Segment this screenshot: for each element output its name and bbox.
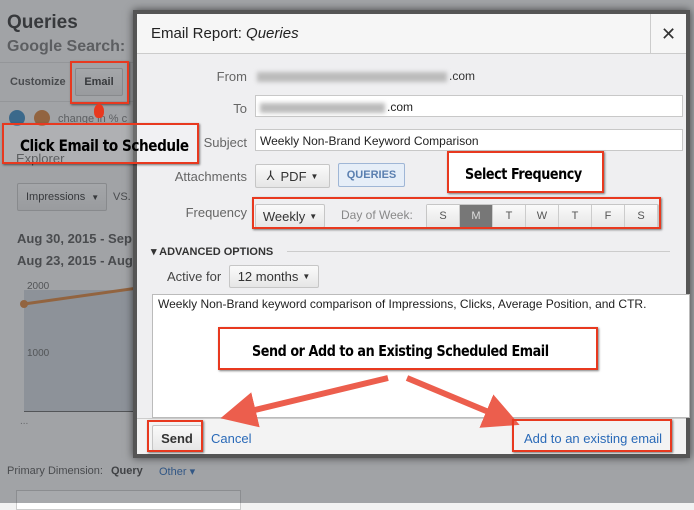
pdf-icon: ⅄ [266,168,275,183]
to-input[interactable]: .com [255,95,683,117]
annotation-send-box [147,420,203,452]
from-suffix: .com [449,69,476,83]
title-report-name: Queries [246,25,299,42]
annotation-send-or-add-box: Send or Add to an Existing Scheduled Ema… [218,327,598,370]
from-value: .com [257,69,475,83]
to-suffix: .com [387,100,414,114]
chevron-down-icon: ▼ [302,272,311,281]
queries-attachment-tag[interactable]: QUERIES [338,163,405,187]
dialog-title: Email Report: Queries [137,14,686,54]
pdf-attachment-select[interactable]: ⅄ PDF ▼ [255,164,330,188]
active-for-select[interactable]: 12 months ▼ [229,265,319,288]
annotation-send-or-add-text: Send or Add to an Existing Scheduled Ema… [252,342,549,360]
annotation-select-frequency-text: Select Frequency [465,165,582,183]
annotation-email-box [70,61,129,104]
close-icon[interactable]: ✕ [650,14,686,54]
annotation-add-existing-box [512,419,672,452]
annotation-click-email-text: Click Email to Schedule [20,136,189,155]
frequency-label: Frequency [185,205,247,220]
to-label: To [233,101,247,116]
annotation-select-frequency-box: Select Frequency [447,151,604,193]
active-for-value: 12 months [237,269,299,284]
chevron-down-icon: ▼ [310,171,319,181]
attachments-label: Attachments [174,169,247,184]
active-for-label: Active for [167,269,222,284]
divider [287,251,670,252]
advanced-options-toggle[interactable]: ▾ ADVANCED OPTIONS [151,245,273,258]
cancel-link[interactable]: Cancel [211,431,251,446]
email-report-dialog: Email Report: Queries ✕ From .com To .co… [133,10,690,458]
annotation-pointer [94,104,104,118]
annotation-frequency-highlight [252,197,661,229]
advanced-options-label: ADVANCED OPTIONS [159,246,274,258]
annotation-click-email-box: Click Email to Schedule [2,123,199,164]
subject-input[interactable]: Weekly Non-Brand Keyword Comparison [255,129,683,151]
pdf-label: PDF [280,168,307,184]
from-label: From [216,69,247,84]
title-prefix: Email Report: [151,25,242,42]
